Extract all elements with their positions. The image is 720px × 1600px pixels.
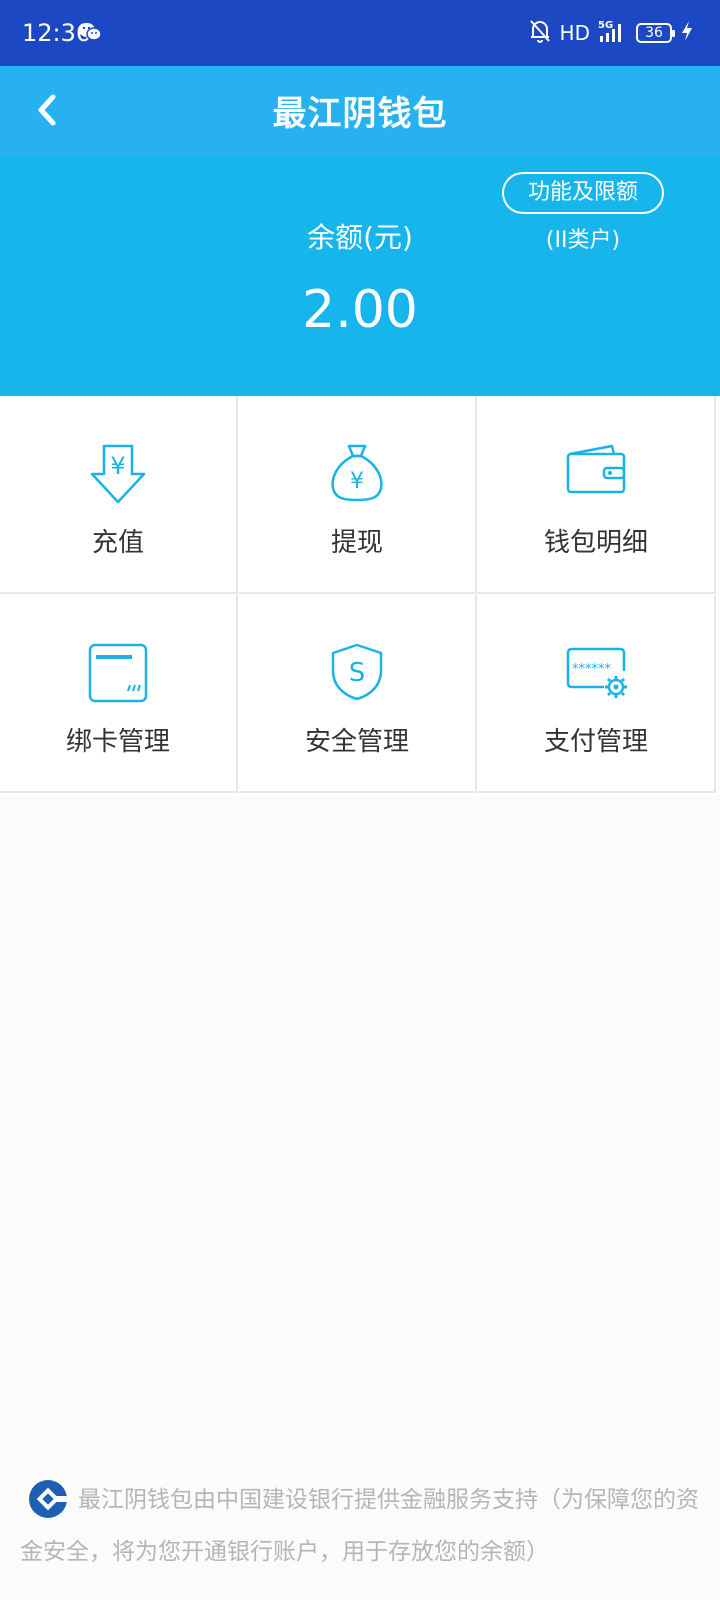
battery-level: 36 xyxy=(645,25,663,41)
network-label: HD xyxy=(559,21,590,45)
withdraw-button[interactable]: ¥ 提现 xyxy=(239,396,477,594)
signal-5g-icon: 5G xyxy=(598,18,628,49)
wechat-icon xyxy=(78,21,102,47)
deposit-icon: ¥ xyxy=(0,442,236,506)
ccb-logo-icon xyxy=(28,1479,68,1519)
status-icons: HD 5G 36 xyxy=(528,18,694,48)
bank-card-icon xyxy=(0,641,236,705)
bell-off-icon xyxy=(528,18,552,49)
status-bar: 12:36 HD 5G 36 xyxy=(0,0,720,66)
limits-button[interactable]: 功能及限额 xyxy=(502,172,664,214)
svg-text:¥: ¥ xyxy=(110,452,125,480)
wallet-details-button[interactable]: 钱包明细 xyxy=(478,396,716,594)
nav-bar: 最江阴钱包 xyxy=(0,66,720,154)
svg-text:******: ****** xyxy=(572,662,612,677)
wallet-icon xyxy=(478,442,714,506)
battery-icon: 36 xyxy=(636,23,675,43)
shield-icon: S xyxy=(239,641,475,705)
payment-management-button[interactable]: ****** 支付管理 xyxy=(478,595,716,793)
withdraw-label: 提现 xyxy=(330,528,383,558)
security-management-button[interactable]: S 安全管理 xyxy=(239,595,477,793)
balance-label: 余额(元) xyxy=(307,221,413,254)
payment-settings-icon: ****** xyxy=(478,641,714,705)
card-management-button[interactable]: 绑卡管理 xyxy=(0,595,238,793)
deposit-label: 充值 xyxy=(91,528,144,558)
balance-panel: 功能及限额 (II类户) 余额(元) 2.00 xyxy=(0,154,720,396)
page-title: 最江阴钱包 xyxy=(272,94,448,134)
svg-text:¥: ¥ xyxy=(350,469,364,494)
security-management-label: 安全管理 xyxy=(304,727,409,757)
disclaimer-text: 最江阴钱包由中国建设银行提供金融服务支持（为保障您的资金安全，将为您开通银行账户… xyxy=(20,1487,699,1565)
service-disclaimer: 最江阴钱包由中国建设银行提供金融服务支持（为保障您的资金安全，将为您开通银行账户… xyxy=(20,1474,700,1578)
balance-value: 2.00 xyxy=(302,280,418,340)
svg-text:S: S xyxy=(349,658,366,688)
charging-icon xyxy=(680,20,694,47)
payment-management-label: 支付管理 xyxy=(543,727,648,757)
card-management-label: 绑卡管理 xyxy=(65,727,170,757)
deposit-button[interactable]: ¥ 充值 xyxy=(0,396,238,594)
svg-text:5G: 5G xyxy=(598,20,613,31)
wallet-details-label: 钱包明细 xyxy=(543,528,648,558)
money-bag-icon: ¥ xyxy=(239,442,475,506)
function-grid: ¥ 充值 ¥ 提现 钱包明细 绑卡管理 S 安全管理 ****** 支付管理 xyxy=(0,396,718,796)
